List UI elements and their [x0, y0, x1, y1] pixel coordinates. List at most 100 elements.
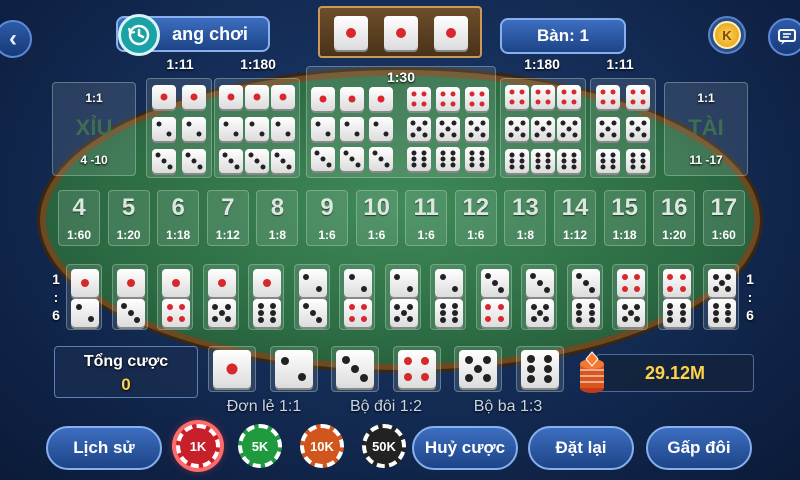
coin-button[interactable]: K [708, 16, 746, 54]
die-face-1 [219, 85, 243, 109]
combo-bet[interactable] [339, 264, 375, 330]
chevron-left-icon: ‹ [9, 25, 17, 52]
die-face-4 [557, 85, 581, 109]
sum-odds: 1:20 [116, 228, 141, 242]
sum-value: 12 [462, 194, 490, 221]
cancel-bet-button[interactable]: Huỷ cược [412, 426, 518, 470]
die-face-1 [253, 269, 281, 297]
sum-bet-13[interactable]: 13 1:8 [504, 190, 547, 246]
combo-bet[interactable] [248, 264, 284, 330]
triple-right-group[interactable] [500, 78, 586, 178]
die-face-6 [557, 149, 581, 173]
triple-left-group[interactable] [214, 78, 300, 178]
sum-odds: 1:6 [318, 228, 336, 242]
combo-bet[interactable] [430, 264, 466, 330]
die-face-2 [298, 269, 327, 297]
die-face-6 [436, 147, 460, 171]
single-bet-6[interactable] [515, 346, 564, 392]
pair-left-odds: 1:11 [166, 56, 194, 72]
die-face-3 [571, 269, 600, 297]
die-face-4 [531, 85, 555, 109]
combo-bet[interactable] [66, 264, 102, 330]
history-list-button[interactable]: Lịch sử [46, 426, 162, 470]
combo-bet[interactable] [612, 264, 648, 330]
chip-1k[interactable]: 1K [176, 424, 220, 468]
die-face-1 [213, 350, 251, 388]
big-bet-area[interactable]: 1:1 TÀI 11 -17 [664, 82, 748, 176]
die-face-4 [436, 87, 460, 111]
single-bet-2[interactable] [269, 346, 318, 392]
die-face-2 [152, 117, 176, 141]
die-face-3 [116, 299, 145, 327]
sum-bet-10[interactable]: 10 1:6 [355, 190, 398, 246]
die-face-6 [253, 299, 281, 327]
double-bet-button[interactable]: Gấp đôi [646, 426, 752, 470]
die-face-5 [626, 117, 650, 141]
die-face-5 [531, 117, 555, 141]
any-triple-group[interactable]: 1:30 [306, 66, 496, 178]
single-bet-5[interactable] [454, 346, 502, 392]
pair-left-group[interactable] [146, 78, 212, 178]
sum-odds: 1:60 [711, 228, 736, 242]
die-face-3 [526, 269, 554, 297]
combo-bet[interactable] [657, 264, 694, 330]
die-face-5 [465, 117, 489, 141]
combo-odds-left: 1:6 [52, 271, 60, 323]
combo-bet[interactable] [703, 264, 739, 330]
combo-bet[interactable] [384, 264, 421, 330]
die-face-5 [526, 299, 554, 327]
chip-10k[interactable]: 10K [300, 424, 344, 468]
sum-odds: 1:20 [662, 228, 687, 242]
sum-bet-16[interactable]: 16 1:20 [653, 190, 696, 246]
die-face-3 [336, 350, 374, 388]
back-button[interactable]: ‹ [0, 20, 32, 58]
chip-stack-icon [578, 350, 606, 394]
combo-bet[interactable] [202, 264, 239, 330]
combo-bet[interactable] [293, 264, 330, 330]
history-clock-icon[interactable] [118, 14, 160, 56]
sum-value: 8 [270, 194, 285, 221]
sum-bet-14[interactable]: 14 1:12 [554, 190, 596, 246]
combo-bet[interactable] [521, 264, 557, 330]
pair-right-group[interactable] [590, 78, 656, 178]
sum-bet-17[interactable]: 17 1:60 [702, 190, 745, 246]
reset-button[interactable]: Đặt lại [528, 426, 634, 470]
die-face-2 [274, 350, 313, 388]
die-face-5 [459, 350, 497, 388]
single-label: Đơn lẻ 1:1 [226, 398, 302, 415]
big-bet-odds: 1:1 [697, 91, 715, 105]
chat-button[interactable] [768, 18, 800, 56]
combo-bet[interactable] [111, 264, 148, 330]
sum-bet-8[interactable]: 8 1:8 [256, 190, 299, 246]
sum-bet-7[interactable]: 7 1:12 [206, 190, 249, 246]
die-face-1 [271, 85, 295, 109]
die-face-6 [596, 149, 620, 173]
single-bet-1[interactable] [208, 346, 256, 392]
sum-bet-9[interactable]: 9 1:6 [306, 190, 348, 246]
die-face-3 [182, 149, 206, 173]
sum-bet-4[interactable]: 4 1:60 [58, 190, 100, 246]
combo-bet[interactable] [157, 264, 193, 330]
total-bet-label: Tổng cược [83, 353, 169, 370]
sum-bet-12[interactable]: 12 1:6 [454, 190, 497, 246]
sum-bet-11[interactable]: 11 1:6 [405, 190, 448, 246]
combo-bet[interactable] [566, 264, 603, 330]
combo-bet[interactable] [475, 264, 512, 330]
die-face-1 [369, 87, 393, 111]
sum-value: 10 [363, 194, 390, 221]
sum-bet-15[interactable]: 15 1:18 [603, 190, 646, 246]
double-label: Bộ đôi 1:2 [349, 398, 423, 415]
chip-5k[interactable]: 5K [238, 424, 282, 468]
chip-50k[interactable]: 50K [362, 424, 406, 468]
sum-value: 9 [320, 194, 334, 221]
die-face-4 [662, 269, 691, 297]
sum-bet-5[interactable]: 5 1:20 [107, 190, 150, 246]
single-bet-3[interactable] [331, 346, 379, 392]
total-bet-value: 0 [121, 375, 131, 394]
big-bet-label: TÀI [688, 115, 724, 140]
single-bet-4[interactable] [392, 346, 441, 392]
sum-value: 15 [611, 194, 638, 221]
die-face-2 [369, 117, 393, 141]
small-bet-area[interactable]: 1:1 XỈU 4 -10 [52, 82, 136, 176]
sum-bet-6[interactable]: 6 1:18 [157, 190, 200, 246]
